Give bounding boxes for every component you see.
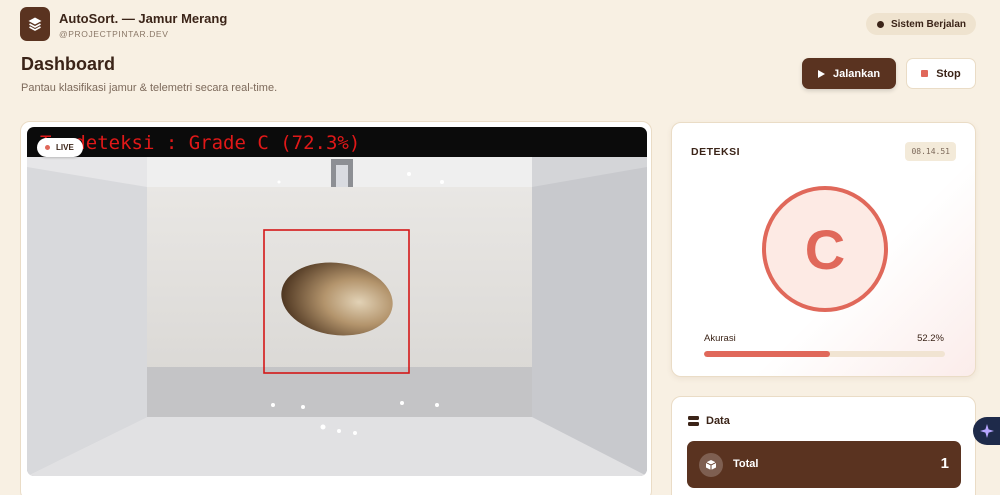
detection-timestamp: 08.14.51 [905, 142, 956, 161]
accuracy-progress-fill [704, 351, 830, 357]
accuracy-label: Akurasi [704, 333, 736, 344]
stop-button[interactable]: Stop [906, 58, 976, 89]
camera-image [27, 127, 647, 476]
stop-icon [921, 70, 929, 77]
total-label: Total [733, 458, 759, 470]
assistant-sparkle-button[interactable] [973, 417, 1000, 445]
total-value: 1 [940, 455, 949, 472]
live-dot-icon [45, 145, 50, 150]
run-button-label: Jalankan [832, 67, 881, 80]
detection-overlay-text: Terdeteksi : Grade C (72.3%) [40, 132, 361, 154]
page-subtitle: Pantau klasifikasi jamur & telemetri sec… [21, 82, 278, 94]
stop-button-label: Stop [936, 67, 961, 80]
status-dot-icon [876, 20, 884, 28]
camera-card: Terdeteksi : Grade C (72.3%) LIVE [20, 121, 652, 495]
box-icon [699, 453, 723, 477]
live-badge: LIVE [37, 138, 83, 157]
app-title: AutoSort. — Jamur Merang [59, 11, 228, 26]
run-button[interactable]: Jalankan [802, 58, 896, 89]
accuracy-progress-bar [704, 351, 945, 357]
camera-feed[interactable]: Terdeteksi : Grade C (72.3%) LIVE [27, 127, 647, 476]
layers-icon[interactable] [20, 7, 50, 41]
total-row[interactable]: Total 1 [687, 441, 961, 488]
accuracy-value: 52.2% [917, 333, 944, 344]
status-badge: Sistem Berjalan [865, 13, 976, 35]
detection-card: DETEKSI 08.14.51 C Akurasi 52.2% [671, 122, 976, 377]
data-card: Data Total 1 [671, 396, 976, 495]
app-subtitle: @PROJECTPINTAR.DEV [59, 29, 169, 39]
database-icon [688, 416, 699, 426]
live-label: LIVE [56, 143, 74, 152]
data-title: Data [706, 415, 730, 427]
play-icon [817, 69, 825, 78]
detection-title: DETEKSI [691, 146, 741, 158]
top-bar: AutoSort. — Jamur Merang @PROJECTPINTAR.… [0, 0, 1000, 50]
page-title: Dashboard [21, 54, 116, 74]
sparkle-icon [979, 424, 994, 438]
status-label: Sistem Berjalan [890, 18, 966, 30]
grade-indicator: C [762, 186, 888, 312]
